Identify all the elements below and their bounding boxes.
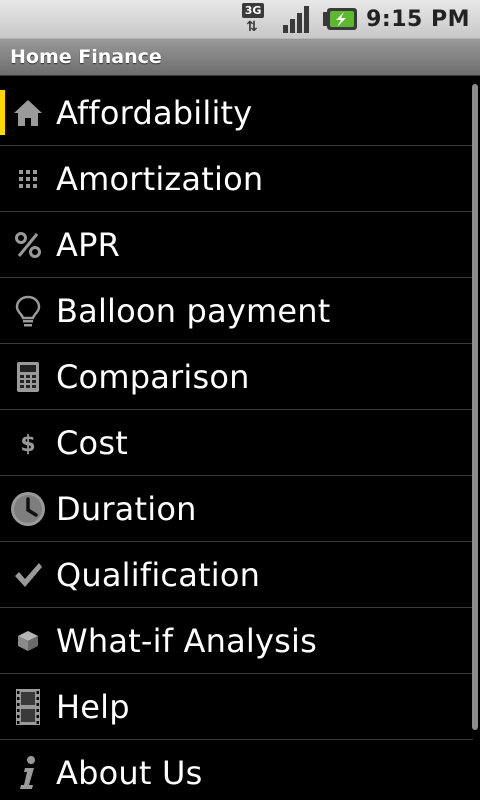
home-icon (0, 80, 56, 146)
menu-item-label: Amortization (56, 159, 264, 198)
menu-item-help[interactable]: Help (0, 674, 473, 740)
menu-item-label: What-if Analysis (56, 621, 317, 660)
film-icon (0, 674, 56, 740)
menu-item-amortization[interactable]: Amortization (0, 146, 473, 212)
menu-item-label: Help (56, 687, 130, 726)
menu-list: Affordability Amortization APR Balloon p… (0, 80, 473, 800)
menu-item-label: APR (56, 225, 121, 264)
menu-item-cost[interactable]: $ Cost (0, 410, 473, 476)
info-icon (0, 740, 56, 800)
menu-item-apr[interactable]: APR (0, 212, 473, 278)
checkmark-icon (0, 542, 56, 608)
menu-item-comparison[interactable]: Comparison (0, 344, 473, 410)
scrollbar[interactable] (472, 84, 478, 730)
network-3g-icon: 3G ⇅ (240, 2, 274, 36)
menu-item-label: Cost (56, 423, 128, 462)
signal-icon (282, 4, 314, 34)
title-bar: Home Finance (0, 38, 480, 76)
clock: 9:15 PM (366, 6, 470, 32)
svg-text:$: $ (20, 432, 35, 457)
menu-item-label: Affordability (56, 93, 253, 132)
menu-item-balloon-payment[interactable]: Balloon payment (0, 278, 473, 344)
menu-item-what-if-analysis[interactable]: What-if Analysis (0, 608, 473, 674)
percent-icon (0, 212, 56, 278)
calculator-icon (0, 344, 56, 410)
menu-item-qualification[interactable]: Qualification (0, 542, 473, 608)
menu-item-label: About Us (56, 753, 203, 792)
menu-item-duration[interactable]: Duration (0, 476, 473, 542)
menu-item-affordability[interactable]: Affordability (0, 80, 473, 146)
menu-item-label: Balloon payment (56, 291, 331, 330)
battery-charging-icon (322, 7, 358, 31)
menu-item-about-us[interactable]: About Us (0, 740, 473, 800)
dollar-icon: $ (0, 410, 56, 476)
app-title: Home Finance (10, 46, 162, 68)
lightbulb-icon (0, 278, 56, 344)
clock-icon (0, 476, 56, 542)
network-label: 3G (242, 3, 265, 18)
grid-icon (0, 146, 56, 212)
status-bar: 3G ⇅ 9:15 PM (0, 0, 480, 38)
cube-icon (0, 608, 56, 674)
menu-item-label: Qualification (56, 555, 261, 594)
menu-item-label: Comparison (56, 357, 250, 396)
menu-item-label: Duration (56, 489, 197, 528)
